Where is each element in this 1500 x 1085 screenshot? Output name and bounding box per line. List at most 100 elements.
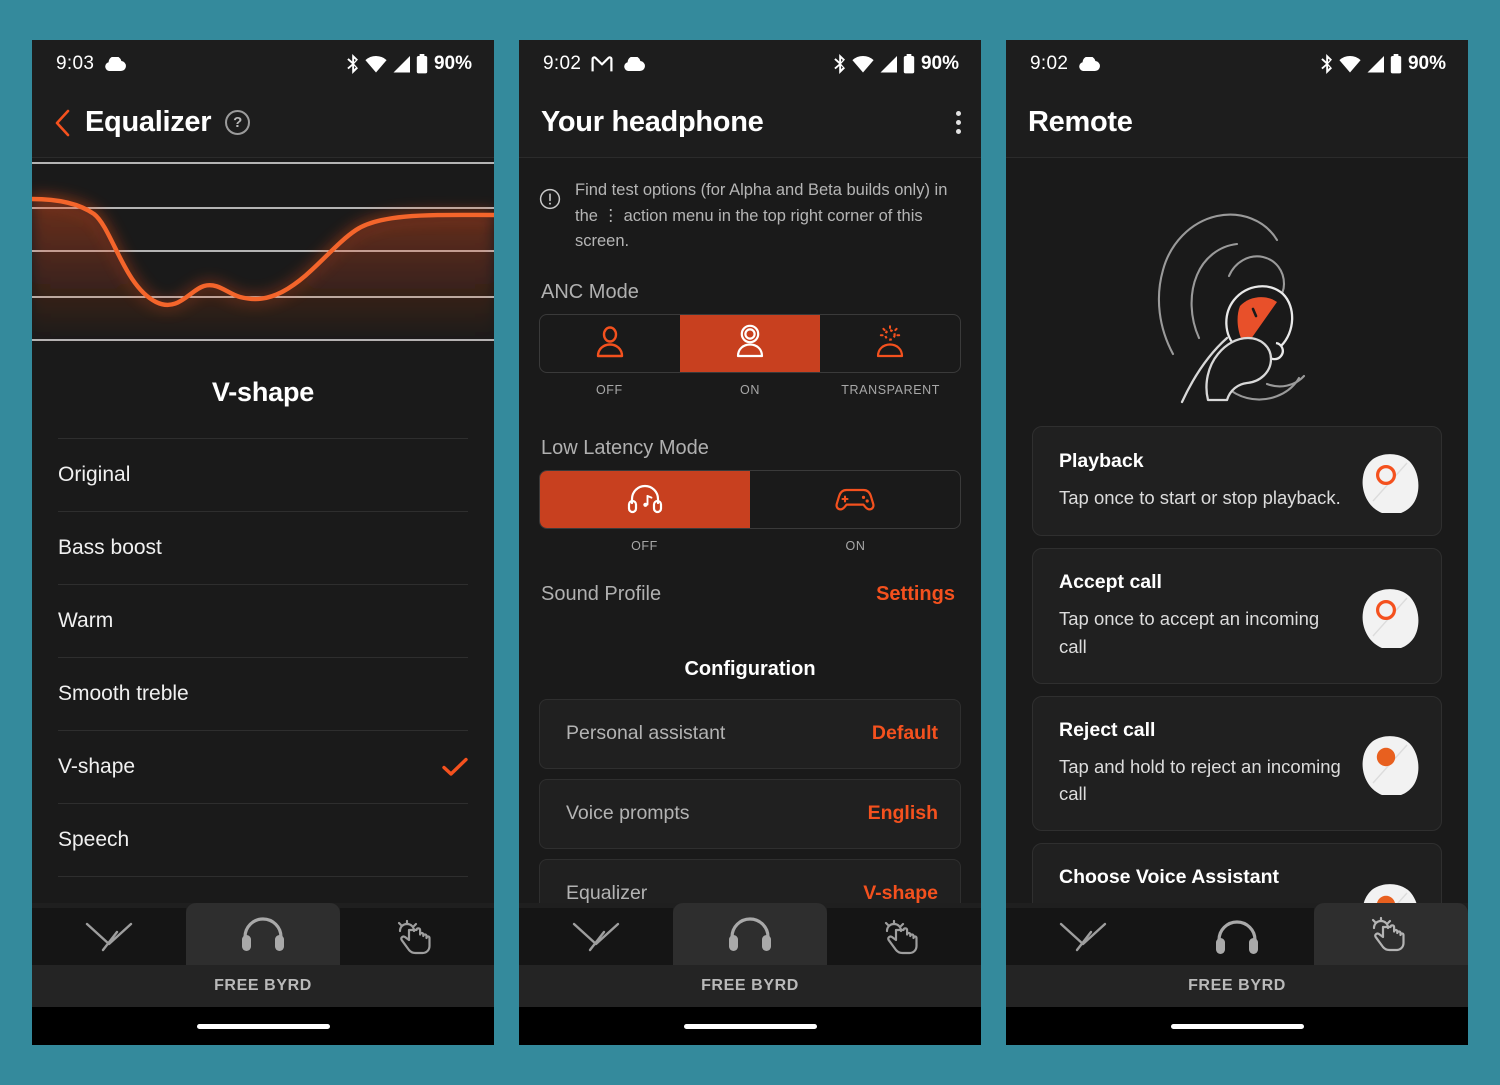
connected-device-bar[interactable]: FREE BYRD <box>519 965 981 1007</box>
remote-card-title: Choose Voice Assistant <box>1059 866 1279 888</box>
remote-card-text: Playback Tap once to start or stop playb… <box>1059 450 1341 512</box>
remote-card-reject-call[interactable]: Reject call Tap and hold to reject an in… <box>1032 695 1442 831</box>
hero-illustration <box>1006 158 1468 426</box>
info-circle-icon <box>539 188 561 255</box>
status-bar: 9:02 90% <box>1006 40 1468 88</box>
status-bar-right: 90% <box>832 53 959 75</box>
system-gesture-bar <box>1006 1007 1468 1045</box>
device-name-label: FREE BYRD <box>214 977 312 994</box>
low-latency-label-on: ON <box>845 538 866 553</box>
preset-label: Warm <box>58 609 114 632</box>
list-item[interactable]: Bass boost <box>58 511 468 584</box>
question-mark-icon[interactable]: ? <box>225 110 251 135</box>
nav-tab-row <box>32 903 494 965</box>
earbud-tap-hold-icon <box>1353 731 1423 798</box>
home-indicator[interactable] <box>196 1023 330 1029</box>
person-anc-on-icon <box>736 324 764 358</box>
sidebar-item-headphone[interactable] <box>1160 908 1314 965</box>
remote-card-accept-call[interactable]: Accept call Tap once to accept an incomi… <box>1032 548 1442 684</box>
sidebar-item-headphone[interactable] <box>186 903 340 965</box>
config-row-personal-assistant[interactable]: Personal assistant Default <box>539 698 961 769</box>
sidebar-item-equalizer[interactable] <box>1006 908 1160 965</box>
remote-card-text: Accept call Tap once to accept an incomi… <box>1059 571 1341 661</box>
equalizer-curve-icon <box>85 922 133 951</box>
remote-card-title: Accept call <box>1059 571 1162 593</box>
equalizer-curve-icon <box>572 922 620 951</box>
status-bar: 9:02 90% <box>519 40 981 88</box>
device-name-label: FREE BYRD <box>701 977 799 994</box>
page-title: Equalizer <box>85 106 212 138</box>
remote-card-text: Reject call Tap and hold to reject an in… <box>1059 719 1341 809</box>
anc-mode-labels: OFF ON TRANSPARENT <box>539 373 961 397</box>
tap-gesture-icon <box>397 919 431 954</box>
equalizer-curve-icon <box>1059 922 1107 951</box>
status-time: 9:03 <box>56 53 95 74</box>
page-title: Remote <box>1028 106 1133 138</box>
config-value: Default <box>871 722 938 745</box>
list-item[interactable]: Smooth treble <box>58 657 468 730</box>
remote-card-description: Tap once to start or stop playback. <box>1059 487 1341 509</box>
sound-profile-label: Sound Profile <box>541 582 662 605</box>
low-latency-option-off[interactable] <box>540 470 750 528</box>
list-item[interactable]: Original <box>58 438 468 511</box>
list-item[interactable]: V-shape <box>58 730 468 803</box>
finger-tapping-earbud-in-ear-icon <box>1157 213 1306 404</box>
config-label: Equalizer <box>566 882 648 903</box>
sidebar-item-remote[interactable] <box>340 908 494 965</box>
remote-body: Playback Tap once to start or stop playb… <box>1006 158 1468 903</box>
remote-card-description: Tap and hold to reject an incoming call <box>1059 755 1341 805</box>
cellular-signal-icon <box>880 55 897 72</box>
preset-label: Bass boost <box>58 536 162 559</box>
kebab-menu-icon[interactable] <box>956 111 961 134</box>
sidebar-item-equalizer[interactable] <box>32 908 186 965</box>
phone-screen-your-headphone: 9:02 90% Your headphone Find test option… <box>519 40 981 1045</box>
info-banner-text: Find test options (for Alpha and Beta bu… <box>575 181 948 251</box>
list-item[interactable]: Warm <box>58 584 468 657</box>
status-time: 9:02 <box>1030 53 1069 74</box>
system-gesture-bar <box>519 1007 981 1045</box>
list-item[interactable]: Brilliance <box>58 876 468 903</box>
tap-gesture-icon <box>884 919 918 954</box>
home-indicator[interactable] <box>1170 1023 1304 1029</box>
battery-icon <box>1390 54 1402 74</box>
anc-label-off: OFF <box>595 382 623 397</box>
config-row-voice-prompts[interactable]: Voice prompts English <box>539 778 961 849</box>
status-bar-left: 9:02 <box>543 53 646 75</box>
remote-card-title: Playback <box>1059 450 1144 473</box>
anc-option-on[interactable] <box>680 314 820 372</box>
remote-card-playback[interactable]: Playback Tap once to start or stop playb… <box>1032 426 1442 536</box>
gmail-icon <box>591 55 613 71</box>
phone-screen-remote: 9:02 90% Remote Playback Tap once to sta… <box>1006 40 1468 1045</box>
home-indicator[interactable] <box>683 1023 817 1029</box>
chevron-left-icon[interactable] <box>54 109 71 137</box>
anc-label-on: ON <box>740 382 760 397</box>
remote-card-description: Tap once to accept an incoming call <box>1059 608 1320 657</box>
config-label: Personal assistant <box>566 722 726 745</box>
gamepad-icon <box>835 489 875 511</box>
sidebar-item-equalizer[interactable] <box>519 908 673 965</box>
nav-tab-row <box>1006 903 1468 965</box>
low-latency-option-on[interactable] <box>750 471 960 528</box>
nav-tab-row <box>519 903 981 965</box>
sidebar-item-headphone[interactable] <box>673 903 827 965</box>
status-bar-right: 90% <box>345 53 472 75</box>
pointing-finger <box>1180 336 1273 404</box>
anc-mode-label: ANC Mode <box>541 280 639 303</box>
remote-card-voice-assistant[interactable]: Choose Voice Assistant Tap and hold to a… <box>1032 843 1442 903</box>
connected-device-bar[interactable]: FREE BYRD <box>1006 965 1468 1007</box>
connected-device-bar[interactable]: FREE BYRD <box>32 965 494 1007</box>
sidebar-item-remote[interactable] <box>827 908 981 965</box>
tap-gesture-icon <box>1371 916 1405 952</box>
list-item[interactable]: Speech <box>58 803 468 876</box>
anc-option-off[interactable] <box>540 315 680 372</box>
bottom-navigation: FREE BYRD <box>32 903 494 1045</box>
sound-profile-settings-button[interactable]: Settings <box>876 583 955 606</box>
status-bar: 9:03 90% <box>32 40 494 88</box>
anc-option-transparent[interactable] <box>820 315 960 372</box>
preset-label: Smooth treble <box>58 682 189 705</box>
low-latency-labels: OFF ON <box>539 529 961 553</box>
sidebar-item-remote[interactable] <box>1314 903 1468 965</box>
config-row-equalizer[interactable]: Equalizer V-shape <box>539 858 961 903</box>
headphone-body: Find test options (for Alpha and Beta bu… <box>519 158 981 903</box>
status-bar-left: 9:02 <box>1030 53 1101 75</box>
